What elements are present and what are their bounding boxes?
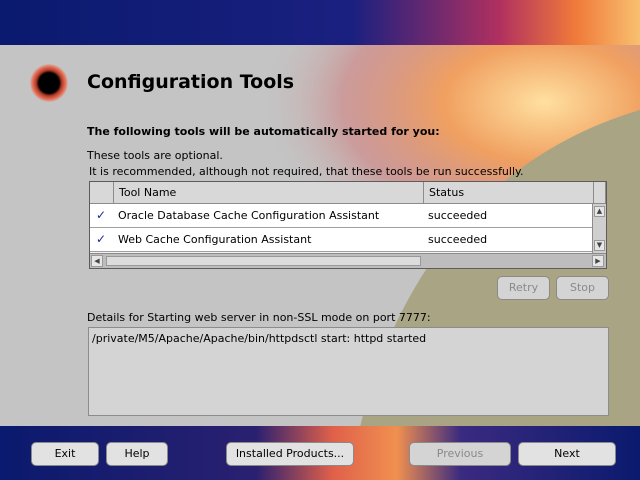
tool-status: succeeded [428, 233, 488, 246]
retry-button[interactable]: Retry [497, 276, 550, 300]
vertical-scrollbar[interactable]: ▲ ▼ [592, 204, 606, 253]
details-label: Details for Starting web server in non-S… [87, 311, 431, 324]
tool-name: Web Cache Configuration Assistant [118, 233, 312, 246]
installed-products-button[interactable]: Installed Products... [226, 442, 354, 466]
page-subtitle: The following tools will be automaticall… [87, 125, 440, 138]
next-button[interactable]: Next [518, 442, 616, 466]
table-row[interactable]: ✓ Oracle Database Cache Configuration As… [90, 204, 593, 228]
details-textarea[interactable]: /private/M5/Apache/Apache/bin/httpdsctl … [88, 327, 609, 416]
help-button[interactable]: Help [106, 442, 168, 466]
scroll-left-icon[interactable]: ◀ [91, 255, 103, 267]
stop-button[interactable]: Stop [556, 276, 609, 300]
horizontal-scrollbar[interactable]: ◀ ▶ [90, 253, 606, 268]
check-icon: ✓ [96, 208, 107, 222]
page-title: Configuration Tools [87, 71, 295, 93]
check-icon: ✓ [96, 232, 107, 246]
tool-status: succeeded [428, 209, 488, 222]
header-tool-name[interactable]: Tool Name [114, 182, 424, 204]
header-status[interactable]: Status [424, 182, 594, 204]
optional-note: These tools are optional. [87, 149, 223, 162]
tool-name: Oracle Database Cache Configuration Assi… [118, 209, 380, 222]
previous-button[interactable]: Previous [409, 442, 511, 466]
scroll-down-icon[interactable]: ▼ [594, 240, 605, 251]
recommendation-note: It is recommended, although not required… [89, 165, 524, 178]
horizontal-scroll-thumb[interactable] [106, 256, 421, 266]
scroll-right-icon[interactable]: ▶ [592, 255, 604, 267]
tools-table: Tool Name Status ✓ Oracle Database Cache… [89, 181, 607, 269]
header-check-column [90, 182, 114, 204]
oracle-installer-logo-icon [30, 64, 68, 102]
table-row[interactable]: ✓ Web Cache Configuration Assistant succ… [90, 228, 593, 252]
header-corner [594, 182, 606, 204]
scroll-up-icon[interactable]: ▲ [594, 206, 605, 217]
exit-button[interactable]: Exit [31, 442, 99, 466]
